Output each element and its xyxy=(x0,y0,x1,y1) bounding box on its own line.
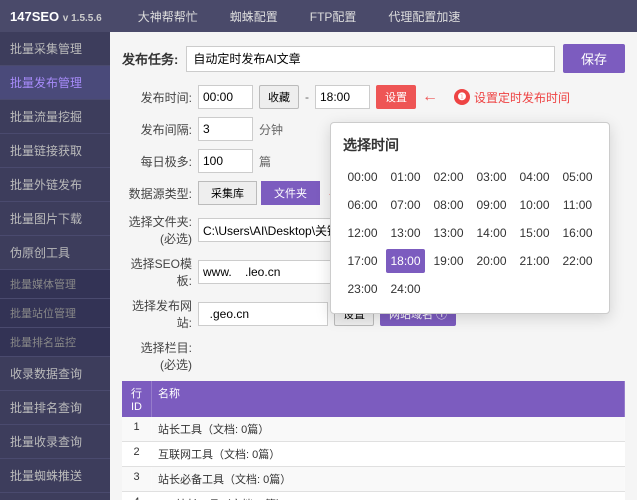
table-row[interactable]: 2 互联网工具（文档: 0篇） xyxy=(122,442,625,467)
app-version: v 1.5.5.6 xyxy=(63,13,102,24)
time-picker-overlay: 选择时间 00:0001:0002:0003:0004:0005:00 06:00… xyxy=(330,122,610,314)
sidebar-item-sogou-push[interactable]: 搜狐验证推送 xyxy=(0,493,110,500)
time-cell[interactable]: 23:00 xyxy=(343,277,382,301)
row-name: 互联网工具（文档: 0篇） xyxy=(152,442,625,466)
time-cell[interactable]: 10:00 xyxy=(515,193,554,217)
task-label: 发布任务: xyxy=(122,49,178,68)
time-cell[interactable]: 01:00 xyxy=(386,165,425,189)
nav-item-spider[interactable]: 蜘蛛配置 xyxy=(224,8,284,25)
app-logo: 147SEO v 1.5.5.6 xyxy=(10,9,102,24)
nav-item-helper[interactable]: 大神帮帮忙 xyxy=(132,8,204,25)
time-cell[interactable]: 05:00 xyxy=(558,165,597,189)
source-label: 数据源类型: xyxy=(122,185,192,202)
time-set-btn[interactable]: 设置 xyxy=(376,85,416,109)
row-id: 1 xyxy=(122,417,152,441)
time-cell[interactable]: 22:00 xyxy=(558,249,597,273)
time-cell[interactable]: 19:00 xyxy=(429,249,468,273)
time-cell[interactable]: 16:00 xyxy=(558,221,597,245)
interval-label: 发布间隔: xyxy=(122,121,192,138)
row-id: 3 xyxy=(122,467,152,491)
time-cell[interactable]: 12:00 xyxy=(343,221,382,245)
time-dash: - xyxy=(305,90,309,104)
sidebar-item-links[interactable]: 批量链接获取 xyxy=(0,134,110,168)
source-folder-btn[interactable]: 文件夹 xyxy=(261,181,320,205)
sidebar-item-external[interactable]: 批量外链发布 xyxy=(0,168,110,202)
time-cell[interactable]: 09:00 xyxy=(472,193,511,217)
save-button[interactable]: 保存 xyxy=(563,44,625,73)
time-cell[interactable]: 20:00 xyxy=(472,249,511,273)
dir-row: 选择栏目: (必选) xyxy=(122,339,625,373)
sidebar-item-publish[interactable]: 批量发布管理 xyxy=(0,66,110,100)
task-bar: 发布任务: 保存 xyxy=(122,44,625,73)
top-navigation: 147SEO v 1.5.5.6 大神帮帮忙 蜘蛛配置 FTP配置 代理配置加速 xyxy=(0,0,637,32)
sidebar-group-site: 批量站位管理 xyxy=(0,299,110,328)
time-picker-title: 选择时间 xyxy=(343,135,597,155)
time-cell[interactable]: 14:00 xyxy=(472,221,511,245)
source-collect-btn[interactable]: 采集库 xyxy=(198,181,257,205)
app-name: 147SEO xyxy=(10,9,59,24)
row-id: 4 xyxy=(122,492,152,500)
time-cell[interactable]: 15:00 xyxy=(515,221,554,245)
nav-item-ftp[interactable]: FTP配置 xyxy=(304,8,363,25)
sidebar-group-media: 批量媒体管理 xyxy=(0,270,110,299)
row-id: 2 xyxy=(122,442,152,466)
col-header-name: 名称 xyxy=(152,381,625,417)
sidebar-item-collect[interactable]: 批量采集管理 xyxy=(0,32,110,66)
interval-unit: 分钟 xyxy=(259,121,283,138)
time-cell[interactable]: 17:00 xyxy=(343,249,382,273)
annotation-time: ❶ 设置定时发布时间 xyxy=(454,89,570,106)
time-cell[interactable]: 24:00 xyxy=(386,277,425,301)
sidebar: 批量采集管理 批量发布管理 批量流量挖掘 批量链接获取 批量外链发布 批量图片下… xyxy=(0,32,110,500)
row-name: 站长工具（文档: 0篇） xyxy=(152,417,625,441)
row-name: 站长必备工具（文档: 0篇） xyxy=(152,467,625,491)
time-cell[interactable]: 11:00 xyxy=(558,193,597,217)
file-label: 选择文件夹: (必选) xyxy=(122,213,192,247)
sidebar-item-traffic[interactable]: 批量流量挖掘 xyxy=(0,100,110,134)
sidebar-item-images[interactable]: 批量图片下载 xyxy=(0,202,110,236)
time-end-input[interactable] xyxy=(315,85,370,109)
interval-input[interactable] xyxy=(198,117,253,141)
site-input[interactable] xyxy=(198,302,328,326)
time-cell[interactable]: 18:00 xyxy=(386,249,425,273)
arrow-icon-time: ← xyxy=(422,88,438,106)
table-header: 行ID 名称 xyxy=(122,381,625,417)
seo-label: 选择SEO模板: xyxy=(122,255,192,289)
time-cell[interactable]: 08:00 xyxy=(429,193,468,217)
sidebar-item-rank-query[interactable]: 批量排名查询 xyxy=(0,391,110,425)
time-start-input[interactable] xyxy=(198,85,253,109)
sidebar-item-index-query[interactable]: 收录数据查询 xyxy=(0,357,110,391)
site-label: 选择发布网站: xyxy=(122,297,192,331)
time-cell[interactable]: 07:00 xyxy=(386,193,425,217)
sidebar-item-index-check[interactable]: 批量收录查询 xyxy=(0,425,110,459)
daily-input[interactable] xyxy=(198,149,253,173)
task-input[interactable] xyxy=(186,46,555,72)
daily-unit: 篇 xyxy=(259,153,271,170)
sidebar-group-rank: 批量排名监控 xyxy=(0,328,110,357)
sidebar-item-spider-push[interactable]: 批量蜘蛛推送 xyxy=(0,459,110,493)
time-cell[interactable]: 02:00 xyxy=(429,165,468,189)
time-collect-btn[interactable]: 收藏 xyxy=(259,85,299,109)
dir-table: 行ID 名称 1 站长工具（文档: 0篇） 2 互联网工具（文档: 0篇） 3 … xyxy=(122,381,625,500)
table-row[interactable]: 4 seo站长工具（文档: 0篇） xyxy=(122,492,625,500)
daily-label: 每日极多: xyxy=(122,153,192,170)
row-name: seo站长工具（文档: 0篇） xyxy=(152,492,625,500)
source-btn-group: 采集库 文件夹 xyxy=(198,181,320,205)
time-row: 发布时间: 收藏 - 设置 ← ❶ 设置定时发布时间 xyxy=(122,85,625,109)
time-cell[interactable]: 21:00 xyxy=(515,249,554,273)
time-cell[interactable]: 13:00 xyxy=(386,221,425,245)
table-row[interactable]: 1 站长工具（文档: 0篇） xyxy=(122,417,625,442)
dir-label: 选择栏目: (必选) xyxy=(122,339,192,373)
time-cell[interactable]: 04:00 xyxy=(515,165,554,189)
main-content: 发布任务: 保存 发布时间: 收藏 - 设置 ← ❶ 设置定时发布时间 发布间隔… xyxy=(110,32,637,500)
table-row[interactable]: 3 站长必备工具（文档: 0篇） xyxy=(122,467,625,492)
time-grid: 00:0001:0002:0003:0004:0005:00 06:0007:00… xyxy=(343,165,597,301)
time-cell[interactable]: 03:00 xyxy=(472,165,511,189)
time-cell[interactable]: 13:00 xyxy=(429,221,468,245)
sidebar-item-rewrite[interactable]: 伪原创工具 xyxy=(0,236,110,270)
nav-item-proxy[interactable]: 代理配置加速 xyxy=(382,8,466,25)
time-label: 发布时间: xyxy=(122,89,192,106)
time-cell[interactable]: 00:00 xyxy=(343,165,382,189)
time-cell[interactable]: 06:00 xyxy=(343,193,382,217)
col-header-id: 行ID xyxy=(122,381,152,417)
